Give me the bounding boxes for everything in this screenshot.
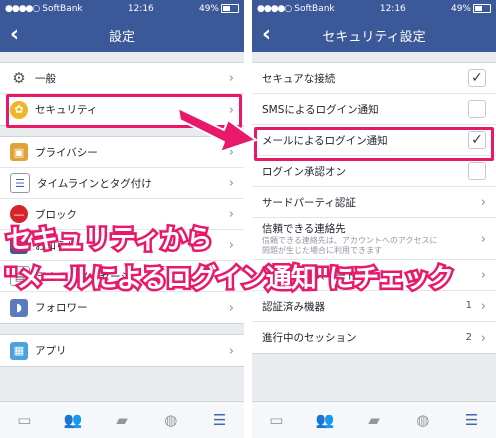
battery-percent: 49% (198, 4, 219, 14)
menu-icon[interactable]: ☰ (462, 411, 482, 429)
battery-percent: 49% (450, 4, 471, 14)
chevron-right-icon: › (228, 300, 234, 316)
lock-icon: ▣ (10, 143, 28, 161)
settings-item-label: フォロワー (35, 302, 88, 314)
security-settings-screen: ●●●●○ SoftBank 12:16 49% ‹ セキュリティ設定 セキュアな… (252, 0, 496, 438)
menu-icon[interactable]: ☰ (210, 411, 230, 429)
caption-line-1: セキュリティから (3, 223, 214, 258)
row-label: サードパーティ認証 (262, 196, 356, 209)
chevron-right-icon: › (228, 71, 234, 86)
page-title: セキュリティ設定 (322, 29, 426, 45)
sms-login-notify-row[interactable]: SMSによるログイン通知 (252, 94, 496, 125)
chevron-right-icon: › (228, 343, 234, 359)
row-description: 信頼できる連絡先は、アカウントへのアクセスに (262, 236, 438, 245)
nav-bar: ‹ セキュリティ設定 (252, 18, 496, 52)
app-icon: ▦ (10, 341, 28, 360)
pointer-arrow (178, 107, 257, 153)
login-approval-checkbox[interactable] (468, 162, 486, 180)
row-label: セキュアな接続 (262, 72, 336, 85)
messages-icon[interactable]: ▰ (112, 411, 132, 429)
trusted-contacts-row[interactable]: 信頼できる連絡先 信頼できる連絡先は、アカウントへのアクセスに 問題が生じた場合… (252, 218, 496, 260)
count-badge: 1 (465, 300, 472, 311)
screen-divider (244, 0, 252, 438)
rss-icon: ◗ (10, 298, 28, 317)
battery-icon (221, 4, 239, 13)
newsfeed-icon[interactable]: ▭ (14, 411, 34, 429)
globe-icon[interactable]: ◍ (413, 411, 433, 429)
back-button[interactable]: ‹ (262, 22, 271, 47)
status-bar: ●●●●○ SoftBank 12:16 49% (252, 0, 496, 18)
globe-icon[interactable]: ◍ (161, 411, 181, 429)
row-label: SMSによるログイン通知 (262, 103, 379, 116)
sms-login-notify-checkbox[interactable] (468, 100, 486, 118)
friends-icon[interactable]: 👥 (315, 411, 335, 429)
active-sessions-row[interactable]: 進行中のセッション 2 › (252, 322, 496, 353)
settings-item-label: 一般 (35, 72, 56, 85)
battery-icon (473, 4, 491, 13)
chevron-right-icon: › (480, 195, 486, 210)
chevron-right-icon: › (228, 238, 234, 253)
friends-icon[interactable]: 👥 (63, 411, 83, 429)
tab-bar: ▭ 👥 ▰ ◍ ☰ (252, 401, 496, 438)
row-label: 信頼できる連絡先 (262, 223, 346, 235)
row-label: 進行中のセッション (262, 332, 357, 344)
page-title: 設定 (108, 29, 135, 45)
clock: 12:16 (127, 4, 154, 14)
security-group: セキュアな接続 ✓ SMSによるログイン通知 メールによるログイン通知 ✓ ログ… (252, 62, 496, 354)
third-party-auth-row[interactable]: サードパーティ認証 › (252, 187, 496, 218)
signal-icon: ●●●●○ (5, 4, 40, 14)
gear-icon: ⚙ (10, 69, 28, 87)
settings-item-timeline[interactable]: ☰ タイムラインとタグ付け › (0, 168, 244, 199)
tab-bar: ▭ 👥 ▰ ◍ ☰ (0, 401, 244, 438)
email-notify-highlight (254, 127, 494, 161)
chevron-right-icon: › (480, 231, 486, 247)
settings-item-apps[interactable]: ▦ アプリ › (0, 335, 244, 366)
settings-item-label: アプリ (35, 345, 67, 357)
settings-group-3: ▦ アプリ › (0, 334, 244, 367)
carrier-label: SoftBank (42, 4, 83, 14)
settings-item-label: プライバシー (35, 146, 98, 159)
signal-icon: ●●●●○ (257, 4, 292, 14)
status-bar: ●●●●○ SoftBank 12:16 49% (0, 0, 244, 18)
messages-icon[interactable]: ▰ (364, 411, 384, 429)
secure-connection-row[interactable]: セキュアな接続 ✓ (252, 63, 496, 94)
secure-connection-checkbox[interactable]: ✓ (468, 69, 486, 87)
chevron-right-icon: › (480, 299, 486, 314)
carrier-label: SoftBank (294, 4, 335, 14)
recognized-devices-row[interactable]: 認証済み機器 1 › (252, 291, 496, 322)
chevron-right-icon: › (480, 330, 486, 346)
newsfeed-icon[interactable]: ▭ (266, 411, 286, 429)
chevron-right-icon: › (480, 268, 486, 283)
settings-item-followers[interactable]: ◗ フォロワー › (0, 292, 244, 323)
count-badge: 2 (465, 331, 472, 343)
nav-bar: ‹ 設定 (0, 18, 244, 52)
back-button[interactable]: ‹ (10, 22, 19, 47)
timeline-icon: ☰ (10, 173, 30, 193)
row-label: 認証済み機器 (262, 300, 325, 313)
row-label: ログイン承認オン (262, 165, 346, 178)
chevron-right-icon: › (228, 207, 234, 222)
caption-line-2: "メールによるログイン通知"にチェック (1, 262, 456, 297)
clock: 12:16 (379, 4, 406, 14)
security-list: セキュアな接続 ✓ SMSによるログイン通知 メールによるログイン通知 ✓ ログ… (252, 62, 496, 364)
chevron-right-icon: › (228, 176, 234, 191)
row-description-2: 問題が生じた場合に利用できます (262, 246, 382, 255)
settings-item-label: タイムラインとタグ付け (37, 177, 152, 190)
